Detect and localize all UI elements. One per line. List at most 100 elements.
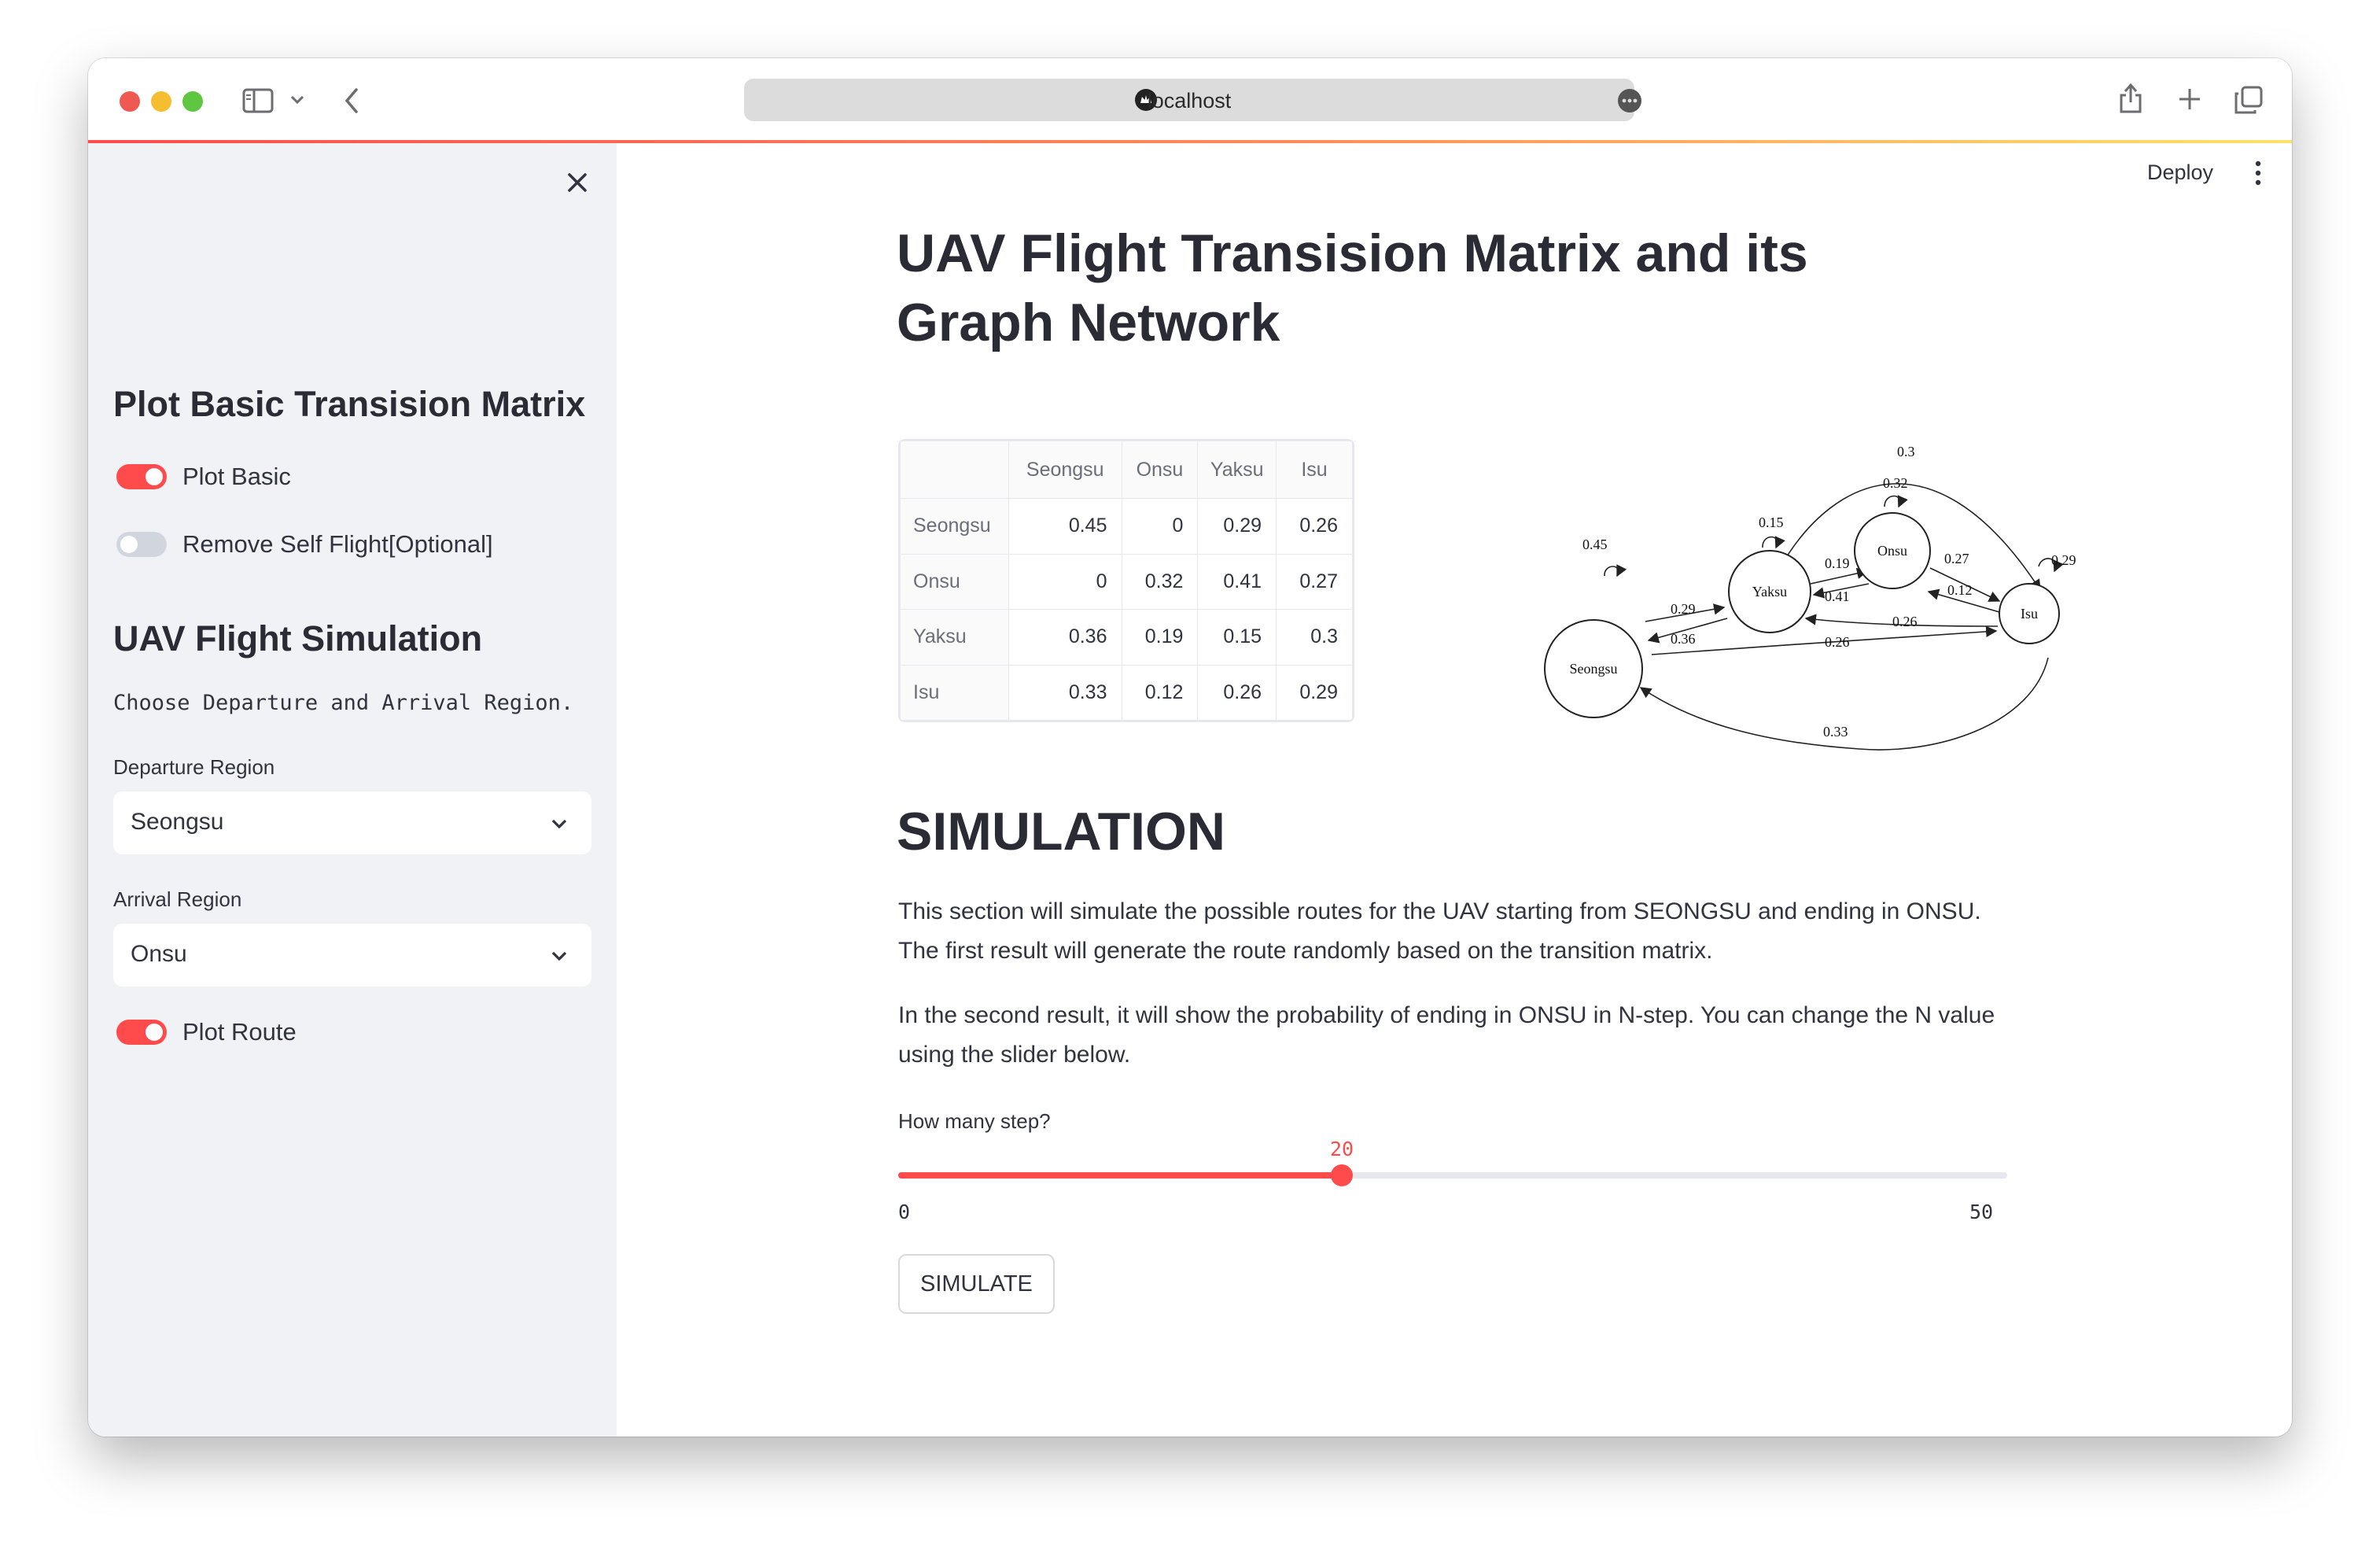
steps-slider[interactable] bbox=[898, 1164, 2007, 1186]
main-menu-icon[interactable] bbox=[2254, 159, 2262, 187]
edge-onsu-self bbox=[1884, 495, 1908, 508]
edge-label: 0.29 bbox=[2051, 552, 2076, 568]
edge-yaksu-self bbox=[1762, 536, 1785, 549]
table-cell[interactable]: 0.29 bbox=[1276, 664, 1353, 721]
sidebar: Plot Basic Transision Matrix Plot Basic … bbox=[88, 143, 617, 1437]
toggle-label: Plot Route bbox=[182, 1018, 297, 1046]
minimize-window-button[interactable] bbox=[151, 91, 171, 112]
table-cell[interactable]: 0.36 bbox=[1008, 609, 1122, 666]
edge-label: 0.45 bbox=[1582, 537, 1608, 552]
table-cell[interactable]: 0.45 bbox=[1008, 498, 1122, 555]
table-row: Onsu 0 0.32 0.41 0.27 bbox=[900, 553, 1353, 610]
node-yaksu: Yaksu bbox=[1728, 550, 1811, 633]
table-cell[interactable]: 0 bbox=[1008, 553, 1122, 610]
departure-region-label: Departure Region bbox=[113, 755, 275, 779]
edge-seongsu-self bbox=[1604, 564, 1627, 577]
table-row: Seongsu 0.45 0 0.29 0.26 bbox=[900, 498, 1353, 555]
table-row: Yaksu 0.36 0.19 0.15 0.3 bbox=[900, 609, 1353, 666]
table-cell[interactable]: 0.41 bbox=[1197, 553, 1277, 610]
node-label: Onsu bbox=[1877, 543, 1907, 559]
toggle-knob bbox=[146, 468, 163, 485]
steps-slider-label: How many step? bbox=[898, 1109, 1051, 1133]
table-cell[interactable]: 0.12 bbox=[1121, 664, 1199, 721]
table-cell[interactable]: 0.27 bbox=[1276, 553, 1353, 610]
chevron-down-icon bbox=[551, 951, 567, 961]
edge-label: 0.26 bbox=[1825, 634, 1850, 650]
departure-region-select[interactable]: Seongsu bbox=[113, 791, 591, 854]
plot-basic-toggle[interactable]: Plot Basic bbox=[116, 461, 291, 492]
more-options-icon[interactable] bbox=[1617, 88, 1642, 113]
row-header: Isu bbox=[900, 664, 1009, 721]
toggle-label: Remove Self Flight[Optional] bbox=[182, 530, 493, 558]
table-corner-cell bbox=[900, 441, 1009, 499]
table-cell[interactable]: 0.26 bbox=[1276, 498, 1353, 555]
table-cell[interactable]: 0.32 bbox=[1121, 553, 1199, 610]
toggle-switch[interactable] bbox=[116, 1020, 167, 1045]
row-header: Seongsu bbox=[900, 498, 1009, 555]
share-icon[interactable] bbox=[2117, 82, 2144, 115]
edge-label: 0.15 bbox=[1759, 515, 1784, 530]
table-cell[interactable]: 0.19 bbox=[1121, 609, 1199, 666]
node-onsu: Onsu bbox=[1854, 512, 1931, 589]
row-header: Onsu bbox=[900, 553, 1009, 610]
departure-region-value: Seongsu bbox=[131, 809, 224, 835]
chevron-down-icon[interactable] bbox=[289, 94, 305, 105]
table-cell[interactable]: 0.33 bbox=[1008, 664, 1122, 721]
new-tab-icon[interactable] bbox=[2177, 87, 2202, 112]
close-icon[interactable] bbox=[563, 168, 591, 197]
toggle-label: Plot Basic bbox=[182, 463, 291, 490]
tab-overview-icon[interactable] bbox=[2234, 85, 2264, 115]
zoom-window-button[interactable] bbox=[182, 91, 203, 112]
arrival-region-value: Onsu bbox=[131, 941, 187, 967]
simulate-button[interactable]: SIMULATE bbox=[898, 1254, 1055, 1314]
remove-self-flight-toggle[interactable]: Remove Self Flight[Optional] bbox=[116, 529, 493, 560]
chevron-down-icon bbox=[551, 819, 567, 829]
edge-label: 0.33 bbox=[1823, 724, 1848, 740]
simulation-title: SIMULATION bbox=[897, 802, 1226, 861]
main-content: Deploy UAV Flight Transision Matrix and … bbox=[617, 143, 2292, 1437]
sidebar-section-title-simulation: UAV Flight Simulation bbox=[113, 618, 483, 658]
toggle-knob bbox=[120, 536, 138, 553]
edge-label: 0.12 bbox=[1947, 582, 1973, 598]
arrival-region-label: Arrival Region bbox=[113, 887, 242, 911]
steps-slider-thumb[interactable] bbox=[1331, 1164, 1353, 1186]
simulation-description-1: This section will simulate the possible … bbox=[898, 898, 1981, 964]
table-cell[interactable]: 0 bbox=[1121, 498, 1199, 555]
node-label: Yaksu bbox=[1752, 584, 1787, 599]
edge-label: 0.3 bbox=[1897, 444, 1915, 459]
plot-route-toggle[interactable]: Plot Route bbox=[116, 1016, 297, 1048]
arrival-region-select[interactable]: Onsu bbox=[113, 924, 591, 987]
edge-label: 0.26 bbox=[1892, 614, 1918, 629]
edge-yaksu-onsu bbox=[1810, 567, 1869, 585]
table-cell[interactable]: 0.29 bbox=[1197, 498, 1277, 555]
steps-slider-fill bbox=[898, 1172, 1342, 1179]
close-window-button[interactable] bbox=[120, 91, 140, 112]
address-url: localhost bbox=[1147, 89, 1232, 113]
steps-slider-min: 0 bbox=[898, 1201, 911, 1223]
column-header[interactable]: Seongsu bbox=[1008, 441, 1122, 499]
deploy-button[interactable]: Deploy bbox=[2147, 160, 2213, 185]
toggle-switch[interactable] bbox=[116, 464, 167, 489]
node-label: Isu bbox=[2021, 606, 2038, 622]
column-header[interactable]: Isu bbox=[1276, 441, 1353, 499]
column-header[interactable]: Yaksu bbox=[1197, 441, 1277, 499]
column-header[interactable]: Onsu bbox=[1121, 441, 1199, 499]
table-cell[interactable]: 0.15 bbox=[1197, 609, 1277, 666]
table-cell[interactable]: 0.26 bbox=[1197, 664, 1277, 721]
steps-slider-max: 50 bbox=[1969, 1201, 1994, 1223]
edge-label: 0.27 bbox=[1944, 551, 1969, 566]
table-header-row: Seongsu Onsu Yaksu Isu bbox=[900, 441, 1353, 499]
back-arrow-icon[interactable] bbox=[343, 87, 360, 115]
edge-label: 0.41 bbox=[1825, 588, 1850, 604]
transition-graph-network: Seongsu Yaksu Onsu Isu 0.45 0.15 0.32 0.… bbox=[1544, 444, 2076, 751]
node-isu: Isu bbox=[1999, 583, 2060, 644]
address-bar[interactable]: localhost bbox=[744, 79, 1641, 121]
sidebar-toggle-icon[interactable] bbox=[242, 88, 274, 113]
table-cell[interactable]: 0.3 bbox=[1276, 609, 1353, 666]
node-label: Seongsu bbox=[1569, 661, 1617, 677]
transition-matrix-table[interactable]: Seongsu Onsu Yaksu Isu Seongsu 0.45 0 0.… bbox=[898, 439, 1354, 722]
page-title: UAV Flight Transision Matrix and its Gra… bbox=[897, 223, 1808, 352]
simulation-description-2: In the second result, it will show the p… bbox=[898, 1002, 1995, 1068]
toggle-knob bbox=[146, 1024, 163, 1041]
toggle-switch[interactable] bbox=[116, 532, 167, 557]
